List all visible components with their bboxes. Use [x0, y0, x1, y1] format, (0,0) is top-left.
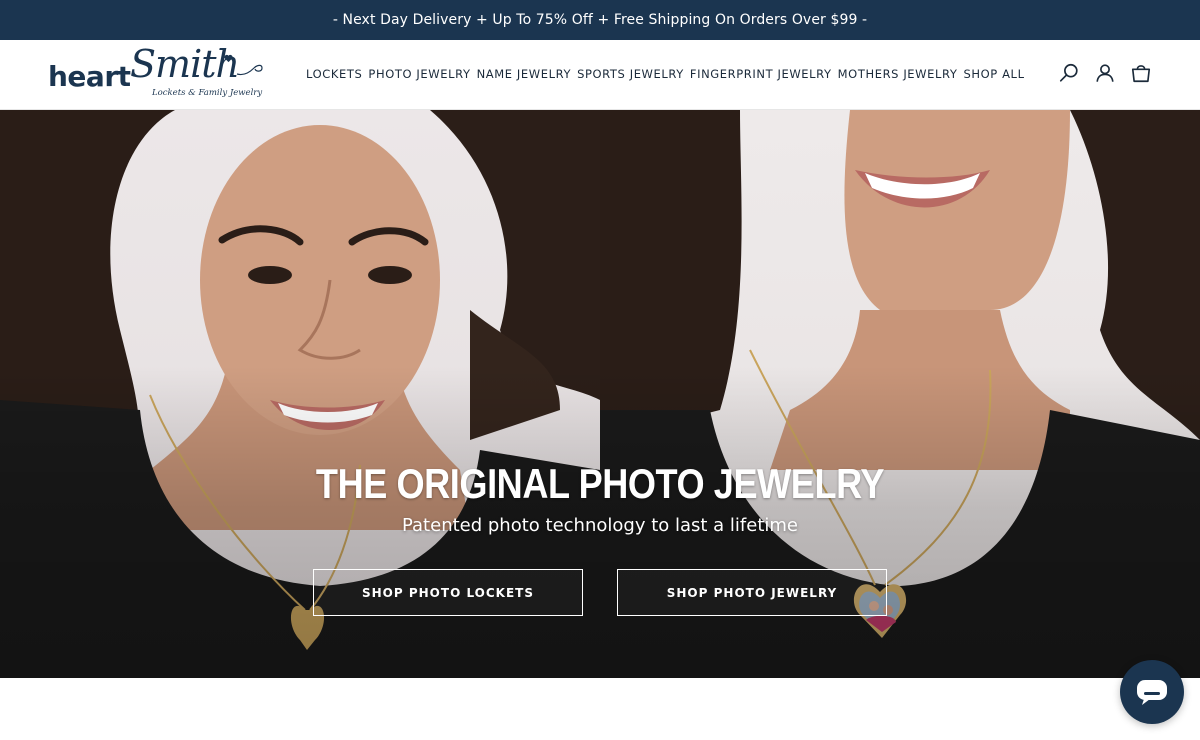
account-icon[interactable]	[1094, 62, 1116, 84]
header-icons	[1058, 62, 1152, 84]
announcement-text: - Next Day Delivery + Up To 75% Off + Fr…	[332, 12, 868, 28]
logo-tagline: Lockets & Family Jewelry	[152, 88, 263, 98]
logo-script: Smith	[130, 42, 240, 86]
shop-photo-jewelry-button[interactable]: SHOP PHOTO JEWELRY	[617, 569, 887, 616]
hero-banner: THE ORIGINAL PHOTO JEWELRY Patented phot…	[0, 110, 1200, 678]
hero-title: THE ORIGINAL PHOTO JEWELRY	[315, 460, 885, 507]
chat-launcher-button[interactable]	[1120, 660, 1184, 724]
chat-bubble-icon	[1137, 680, 1167, 705]
logo-swirl-icon	[236, 64, 263, 76]
logo-heart-icon	[224, 54, 233, 63]
main-nav: LOCKETS PHOTO JEWELRY NAME JEWELRY SPORT…	[306, 40, 1025, 108]
nav-fingerprint-jewelry[interactable]: FINGERPRINT JEWELRY	[690, 67, 832, 81]
logo-word: heart	[48, 60, 131, 93]
heartsmith-logo[interactable]: heart Smith Lockets & Family Jewelry	[48, 42, 278, 106]
nav-photo-jewelry[interactable]: PHOTO JEWELRY	[368, 67, 470, 81]
site-header: heart Smith Lockets & Family Jewelry LOC…	[0, 40, 1200, 110]
hero-subtitle: Patented photo technology to last a life…	[401, 515, 799, 536]
shop-photo-lockets-button[interactable]: SHOP PHOTO LOCKETS	[313, 569, 583, 616]
announcement-bar: - Next Day Delivery + Up To 75% Off + Fr…	[0, 0, 1200, 40]
nav-shop-all[interactable]: SHOP ALL	[964, 67, 1025, 81]
search-icon[interactable]	[1058, 62, 1080, 84]
nav-mothers-jewelry[interactable]: MOTHERS JEWELRY	[838, 67, 958, 81]
nav-sports-jewelry[interactable]: SPORTS JEWELRY	[577, 67, 684, 81]
nav-lockets[interactable]: LOCKETS	[306, 67, 362, 81]
cart-icon[interactable]	[1130, 62, 1152, 84]
nav-name-jewelry[interactable]: NAME JEWELRY	[477, 67, 572, 81]
